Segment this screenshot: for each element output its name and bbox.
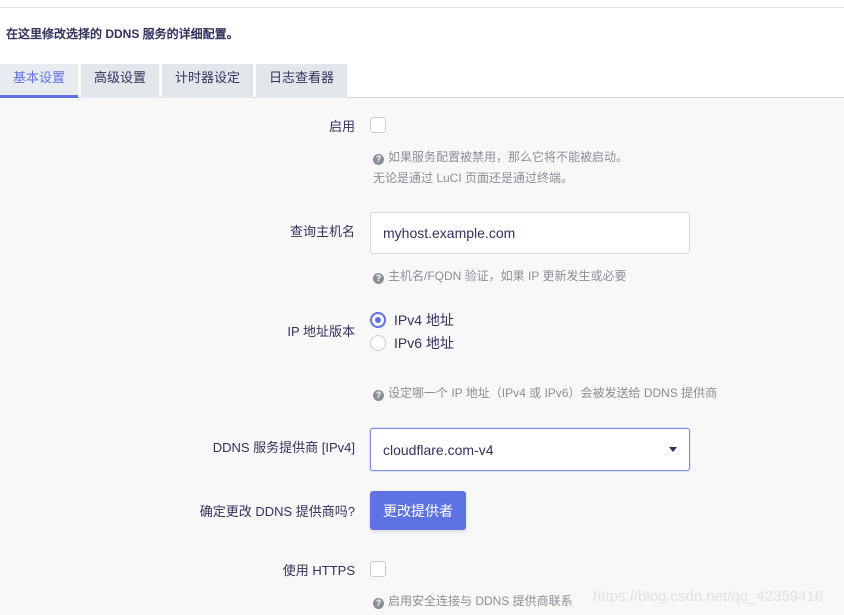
question-icon: ? [373, 598, 384, 609]
watermark: https://blog.csdn.net/qq_42359416 [593, 588, 824, 605]
ipv4-radio[interactable] [370, 312, 386, 328]
section-header: 在这里修改选择的 DDNS 服务的详细配置。 基本设置 高级设置 计时器设定 日… [0, 8, 844, 98]
ipv6-radio-option[interactable]: IPv6 地址 [370, 333, 454, 353]
enable-help-line2-row: 无论是通过 LuCI 页面还是通过终端。 [373, 168, 573, 189]
https-help-text: 启用安全连接与 DDNS 提供商联系 [388, 594, 573, 608]
ip-version-help-text: 设定哪一个 IP 地址（IPv4 或 IPv6）会被发送给 DDNS 提供商 [388, 386, 718, 400]
https-label: 使用 HTTPS [282, 563, 355, 578]
provider-select-value: cloudflare.com-v4 [383, 441, 494, 458]
enable-help-line1: 如果服务配置被禁用，那么它将不能被启动。 [388, 150, 629, 164]
question-icon: ? [373, 154, 384, 165]
ipv6-radio[interactable] [370, 335, 386, 351]
tab-log-viewer[interactable]: 日志查看器 [256, 64, 348, 98]
ipv4-radio-option[interactable]: IPv4 地址 [370, 310, 454, 330]
lookup-host-help-text: 主机名/FQDN 验证，如果 IP 更新发生或必要 [388, 269, 627, 283]
provider-label: DDNS 服务提供商 [IPv4] [212, 440, 355, 455]
https-help: ? 启用安全连接与 DDNS 提供商联系 [373, 591, 573, 612]
ip-version-help: ? 设定哪一个 IP 地址（IPv4 或 IPv6）会被发送给 DDNS 提供商 [373, 383, 717, 404]
enable-help: ? 如果服务配置被禁用，那么它将不能被启动。 [373, 147, 628, 168]
lookup-host-input[interactable] [370, 212, 690, 254]
question-icon: ? [373, 273, 384, 284]
tab-basic-settings[interactable]: 基本设置 [0, 64, 79, 98]
top-strip [0, 0, 844, 8]
ip-version-label: IP 地址版本 [287, 324, 355, 339]
tab-bar: 基本设置 高级设置 计时器设定 日志查看器 [0, 64, 350, 98]
enable-help-line2: 无论是通过 LuCI 页面还是通过终端。 [373, 171, 574, 185]
tab-advanced-settings[interactable]: 高级设置 [81, 64, 160, 98]
change-provider-button[interactable]: 更改提供者 [370, 491, 466, 530]
ipv6-radio-label: IPv6 地址 [394, 335, 454, 351]
change-provider-label: 确定更改 DDNS 提供商吗? [199, 504, 355, 519]
lookup-host-label: 查询主机名 [289, 224, 355, 239]
chevron-down-icon [669, 447, 677, 452]
enable-checkbox[interactable] [370, 117, 386, 133]
ipv4-radio-label: IPv4 地址 [394, 312, 454, 328]
lookup-host-help: ? 主机名/FQDN 验证，如果 IP 更新发生或必要 [373, 266, 626, 287]
enable-label: 启用 [328, 119, 355, 134]
question-icon: ? [373, 390, 384, 401]
https-checkbox[interactable] [370, 561, 386, 577]
section-description: 在这里修改选择的 DDNS 服务的详细配置。 [6, 27, 239, 41]
provider-select[interactable]: cloudflare.com-v4 [370, 428, 690, 471]
tab-timer-settings[interactable]: 计时器设定 [162, 64, 254, 98]
